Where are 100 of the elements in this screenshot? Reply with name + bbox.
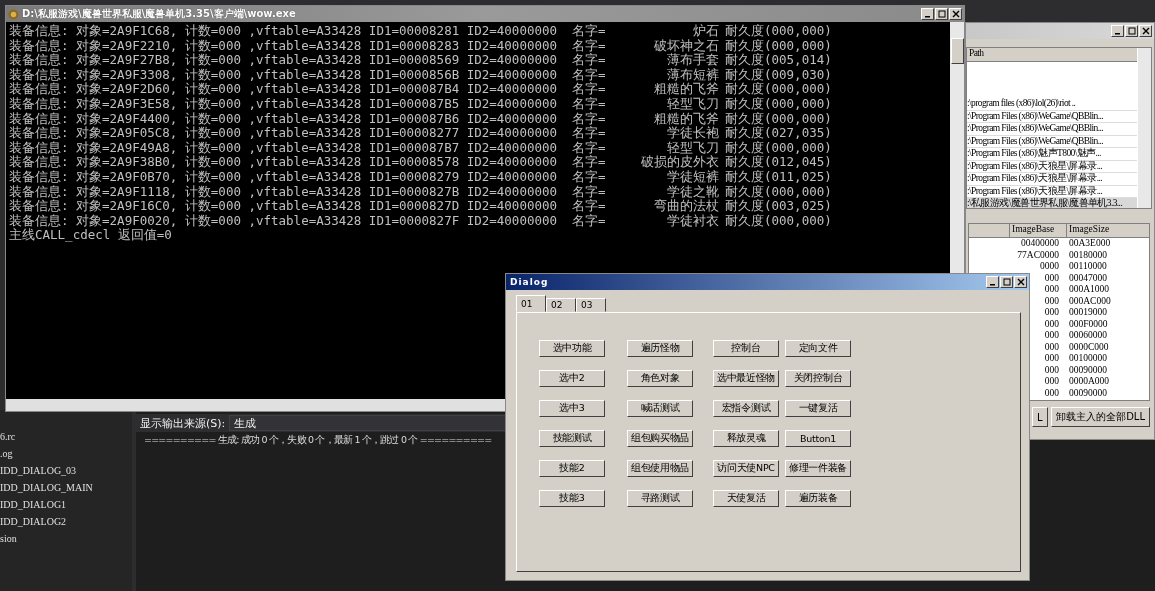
table-cell-text: 00019000 bbox=[1068, 307, 1108, 319]
console-text: 装备信息: 对象=2A9F1C68, 计数=000 ,vftable=A33428 ID1=00008281 ID2=40000000 名字= bbox=[9, 24, 607, 39]
app-icon bbox=[8, 8, 19, 20]
tree-item[interactable]: IDD_DIALOG1 bbox=[0, 496, 132, 513]
durability-text: 耐久度(000,000) bbox=[725, 24, 832, 39]
durability-text: 耐久度(000,000) bbox=[725, 184, 832, 199]
table-cell: 000 bbox=[1044, 330, 1059, 340]
dialog-button[interactable]: 访问天使NPC bbox=[713, 460, 779, 477]
dialog-button[interactable]: 一键复活 bbox=[785, 400, 851, 417]
console-text: 装备信息: 对象=2A9F2D60, 计数=000 ,vftable=A33428 ID1=000087B4 ID2=40000000 名字= bbox=[9, 82, 607, 97]
item-name: 轻型飞刀 bbox=[666, 140, 719, 155]
table-cell-text: 00090000 bbox=[1068, 387, 1108, 399]
table-cell: 000 bbox=[1044, 284, 1059, 294]
dialog-button[interactable]: 选中2 bbox=[539, 370, 605, 387]
dialog-button[interactable]: 组包购买物品 bbox=[627, 430, 693, 447]
item-name: 破坏神之石 bbox=[653, 38, 719, 53]
dialog-button[interactable]: Button1 bbox=[785, 430, 851, 447]
minimize-button[interactable] bbox=[921, 8, 934, 20]
table-cell: 000 bbox=[1044, 376, 1059, 386]
tree-item[interactable]: IDD_DIALOG2 bbox=[0, 513, 132, 530]
dialog-button[interactable]: 选中最近怪物 bbox=[713, 370, 779, 387]
tab[interactable]: 01 bbox=[516, 295, 546, 312]
table-cell-text: 00060000 bbox=[1068, 330, 1108, 342]
dialog-button[interactable]: 关闭控制台 bbox=[785, 370, 851, 387]
maximize-button[interactable] bbox=[935, 8, 948, 20]
path-row[interactable]: :\Program Files (x86)\天狼星\屏幕录... bbox=[967, 173, 1137, 186]
durability-text: 耐久度(003,025) bbox=[725, 199, 832, 214]
tree-item[interactable]: .og bbox=[0, 445, 132, 462]
console-text: 装备信息: 对象=2A9F1118, 计数=000 ,vftable=A33428 ID1=0000827B ID2=40000000 名字= bbox=[9, 184, 607, 199]
dialog-button[interactable]: 寻路测试 bbox=[627, 490, 693, 507]
path-row[interactable]: :\Program Files (x86)\WeGame\QBBlin... bbox=[967, 110, 1137, 123]
item-name: 薄布短裤 bbox=[666, 67, 719, 82]
dialog-button[interactable]: 喊话测试 bbox=[627, 400, 693, 417]
column-header[interactable]: ImageSize bbox=[1066, 224, 1123, 237]
console-text: 装备信息: 对象=2A9F49A8, 计数=000 ,vftable=A33428 ID1=000087B7 ID2=40000000 名字= bbox=[9, 140, 607, 155]
table-cell-text: 0000C000 bbox=[1068, 341, 1110, 353]
durability-text: 耐久度(000,000) bbox=[725, 140, 832, 155]
tree-item[interactable]: sion bbox=[0, 530, 132, 547]
console-text: 装备信息: 对象=2A9F0B70, 计数=000 ,vftable=A33428 ID1=00008279 ID2=40000000 名字= bbox=[9, 169, 607, 185]
dialog-button[interactable]: 选中3 bbox=[539, 400, 605, 417]
item-name: 学徒短裤 bbox=[666, 169, 719, 185]
close-button[interactable] bbox=[1139, 25, 1152, 37]
table-cell-text: 00180000 bbox=[1068, 249, 1108, 261]
tab[interactable]: 02 bbox=[546, 298, 576, 312]
maximize-button[interactable] bbox=[1000, 276, 1013, 288]
durability-text: 耐久度(000,000) bbox=[725, 213, 832, 229]
column-header[interactable]: Path bbox=[967, 48, 984, 58]
dialog-button[interactable]: 控制台 bbox=[713, 340, 779, 357]
table-cell-text: 000A1000 bbox=[1068, 284, 1111, 296]
action-button[interactable]: L bbox=[1032, 407, 1048, 427]
dialog-button[interactable]: 释放灵魂 bbox=[713, 430, 779, 447]
dialog-button[interactable]: 宏指令测试 bbox=[713, 400, 779, 417]
console-text: 主线CALL_cdecl 返回值=0 bbox=[9, 228, 173, 243]
dialog-button[interactable]: 技能2 bbox=[539, 460, 605, 477]
durability-text: 耐久度(012,045) bbox=[725, 155, 832, 170]
item-name: 弯曲的法杖 bbox=[653, 199, 719, 214]
dialog-button[interactable]: 定向文件 bbox=[785, 340, 851, 357]
dialog-button[interactable]: 天使复活 bbox=[713, 490, 779, 507]
item-name: 学徒衬衣 bbox=[666, 213, 719, 229]
tree-item[interactable]: IDD_DIALOG_MAIN bbox=[0, 479, 132, 496]
path-row[interactable]: :\Program Files (x86)\魅声T800\魅声... bbox=[967, 148, 1137, 161]
table-cell: 000 bbox=[1044, 307, 1059, 317]
dialog-button[interactable]: 修理一件装备 bbox=[785, 460, 851, 477]
table-cell: 77AC0000 bbox=[1017, 249, 1059, 260]
table-cell: 0000 bbox=[1040, 261, 1059, 271]
dialog-button[interactable]: 选中功能 bbox=[539, 340, 605, 357]
dialog-button[interactable]: 角色对象 bbox=[627, 370, 693, 387]
maximize-button[interactable] bbox=[1125, 25, 1138, 37]
table-cell-text: 0000A000 bbox=[1068, 376, 1111, 388]
console-text: 装备信息: 对象=2A9F05C8, 计数=000 ,vftable=A33428 ID1=00008277 ID2=40000000 名字= bbox=[9, 126, 607, 141]
console-text: 装备信息: 对象=2A9F3E58, 计数=000 ,vftable=A33428 ID1=000087B5 ID2=40000000 名字= bbox=[9, 96, 607, 112]
table-cell: 000 bbox=[1044, 341, 1059, 352]
dialog-button[interactable]: 组包使用物品 bbox=[627, 460, 693, 477]
scrollbar[interactable] bbox=[1138, 48, 1151, 208]
durability-text: 耐久度(005,014) bbox=[725, 53, 832, 68]
table-cell: 000 bbox=[1044, 353, 1059, 363]
tab[interactable]: 03 bbox=[576, 298, 606, 312]
path-row[interactable]: :\program files (x86)\lol(26)\riot .. bbox=[967, 98, 1137, 111]
item-name: 粗糙的飞斧 bbox=[653, 111, 719, 126]
tree-item[interactable]: 6.rc bbox=[0, 428, 132, 445]
close-button[interactable] bbox=[949, 8, 962, 20]
dialog-button[interactable]: 遍历怪物 bbox=[627, 340, 693, 357]
path-row[interactable]: :\私服游戏\魔兽世界私服\魔兽单机3.3... bbox=[967, 198, 1137, 208]
durability-text: 耐久度(000,000) bbox=[725, 82, 832, 97]
action-button[interactable]: 卸载主入的全部DLL bbox=[1051, 407, 1150, 427]
console-text: 装备信息: 对象=2A9F3308, 计数=000 ,vftable=A33428 ID1=0000856B ID2=40000000 名字= bbox=[9, 67, 607, 82]
table-cell: 00400000 bbox=[1021, 238, 1059, 248]
table-cell-text: 00047000 bbox=[1068, 272, 1108, 284]
dialog-button[interactable]: 技能3 bbox=[539, 490, 605, 507]
close-button[interactable] bbox=[1014, 276, 1027, 288]
dialog-button[interactable]: 技能测试 bbox=[539, 430, 605, 447]
minimize-button[interactable] bbox=[1111, 25, 1124, 37]
path-row[interactable]: :\Program Files (x86)\WeGame\QBBlin... bbox=[967, 135, 1137, 148]
path-row[interactable]: :\Program Files (x86)\天狼星\屏幕录... bbox=[967, 160, 1137, 173]
minimize-button[interactable] bbox=[986, 276, 999, 288]
path-row[interactable]: :\Program Files (x86)\WeGame\QBBlin... bbox=[967, 123, 1137, 136]
console-text: 装备信息: 对象=2A9F27B8, 计数=000 ,vftable=A33428 ID1=00008569 ID2=40000000 名字= bbox=[9, 53, 607, 68]
column-header[interactable]: ImageBase bbox=[1009, 224, 1066, 237]
dialog-button[interactable]: 遍历装备 bbox=[785, 490, 851, 507]
tree-item[interactable]: IDD_DIALOG_03 bbox=[0, 462, 132, 479]
